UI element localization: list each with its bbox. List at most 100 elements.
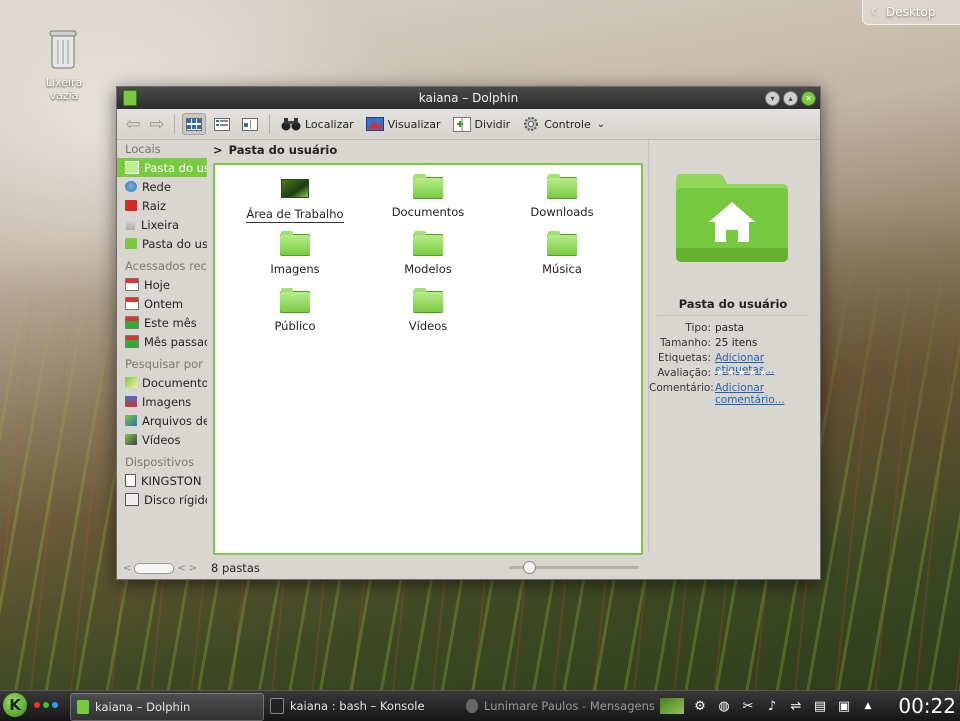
file-item-public[interactable]: Público [228,288,362,333]
search-item-images[interactable]: Imagens [117,392,207,411]
scroll-right-icon[interactable]: > [189,563,197,574]
scissors-icon[interactable]: ✂ [740,698,756,714]
file-item-downloads[interactable]: Downloads [495,174,629,219]
places-item-home-2[interactable]: Pasta do usuário [117,234,207,253]
split-view-icon [452,116,471,132]
recent-section-title: Acessados recentemente [125,259,207,273]
scroll-left-icon[interactable]: < [123,563,131,574]
folder-icon [547,231,577,256]
minimize-icon[interactable]: ▾ [765,91,780,106]
device-item-hard-disk[interactable]: Disco rígido [117,490,207,509]
file-item-label: Imagens [270,262,320,276]
places-item-home[interactable]: Pasta do usuário [117,158,207,177]
recent-item-label: Ontem [144,296,184,311]
search-item-label: Arquivos de áudio [142,413,207,428]
recent-item-this-month[interactable]: Este mês [117,313,207,332]
maximize-icon[interactable]: ▴ [783,91,798,106]
file-view[interactable]: Área de Trabalho Documentos Downloads Im… [213,163,643,555]
desktop-widget[interactable]: ☾ Desktop [862,0,960,25]
details-view-button[interactable] [210,113,234,135]
star-icon[interactable]: ★ [748,367,758,379]
breadcrumb-current[interactable]: Pasta do usuário [229,140,338,160]
preview-button[interactable]: Visualizar [362,117,445,131]
folder-icon [413,231,443,256]
info-row-rating: Avaliação: ★ ★ ★ ★ ★ [649,367,817,380]
panel-splitter[interactable] [207,140,212,558]
folder-icon [413,174,443,199]
desktop-trash-icon[interactable] [46,28,80,72]
preview-icon [365,117,384,131]
rating-stars[interactable]: ★ ★ ★ ★ ★ [715,367,815,379]
places-item-trash[interactable]: Lixeira [117,215,207,234]
forward-arrow-icon[interactable]: ⇨ [147,114,167,135]
information-panel: Pasta do usuário Tipo: pasta Tamanho: 25… [648,140,817,552]
device-item-label: KINGSTON [141,473,202,488]
file-item-videos[interactable]: Vídeos [361,288,495,333]
desktop-widget-icon: ☾ [871,6,880,18]
add-comment-line2: comentário... [715,394,785,406]
videos-search-icon [125,434,137,445]
device-notifier-icon[interactable]: ▣ [836,698,852,714]
file-item-templates[interactable]: Modelos [361,231,495,276]
dolphin-window: kaiana – Dolphin ▾ ▴ ✕ ⇦ ⇨ Localizar Vis… [116,86,821,580]
close-icon[interactable]: ✕ [801,91,816,106]
system-tray: ⚙ ◍ ✂ ♪ ⇌ ▤ ▣ ▲ [660,694,876,718]
hard-disk-icon [125,493,139,506]
volume-icon[interactable]: ♪ [764,698,780,714]
add-comment-link[interactable]: Adicionar comentário... [715,382,815,406]
task-konsole[interactable]: kaiana : bash – Konsole [264,693,460,719]
desktop-folder-icon [281,179,309,198]
star-icon[interactable]: ★ [715,367,725,379]
images-search-icon [125,396,137,407]
network-globe-icon[interactable]: ◍ [716,698,732,714]
places-horizontal-scrollbar[interactable]: < < > [123,561,203,575]
scroll-left-icon-2[interactable]: < [177,563,185,574]
split-button[interactable]: Dividir [449,116,515,132]
recent-item-yesterday[interactable]: Ontem [117,294,207,313]
places-item-root[interactable]: Raiz [117,196,207,215]
icons-view-button[interactable] [182,113,206,135]
desktop-preview-icon[interactable] [660,698,684,714]
places-item-label: Pasta do usuário [142,236,207,251]
task-messages[interactable]: Lunimare Paulos - Mensagens [460,693,656,719]
file-item-label: Área de Trabalho [246,207,344,223]
task-dolphin[interactable]: kaiana – Dolphin [70,693,264,721]
device-item-kingston[interactable]: KINGSTON [117,471,207,490]
find-button[interactable]: Localizar [277,117,358,131]
file-item-music[interactable]: Música [495,231,629,276]
search-item-audio[interactable]: Arquivos de áudio [117,411,207,430]
gear-icon [524,117,539,131]
star-icon[interactable]: ★ [737,367,747,379]
zoom-slider-handle[interactable] [523,561,536,574]
clock[interactable]: 00:22 [898,693,956,719]
recent-item-today[interactable]: Hoje [117,275,207,294]
search-item-videos[interactable]: Vídeos [117,430,207,449]
task-label: kaiana : bash – Konsole [290,699,425,713]
places-item-label: Raiz [142,198,167,213]
back-arrow-icon[interactable]: ⇦ [123,114,143,135]
control-menu-button[interactable]: Controle ⌄ [518,115,609,133]
folder-icon [280,288,310,313]
dolphin-task-icon [77,700,89,714]
star-icon[interactable]: ★ [726,367,736,379]
zoom-slider[interactable] [509,561,639,574]
application-launcher-icon[interactable]: K [3,693,27,717]
activities-icon[interactable] [34,702,58,708]
tray-expand-icon[interactable]: ▲ [860,698,876,714]
file-item-desktop[interactable]: Área de Trabalho [228,177,362,223]
file-item-images[interactable]: Imagens [228,231,362,276]
usb-icon[interactable]: ⇌ [788,698,804,714]
star-icon[interactable]: ★ [759,367,769,379]
recent-item-last-month[interactable]: Mês passado [117,332,207,351]
columns-view-button[interactable] [238,113,262,135]
breadcrumb[interactable]: > Pasta do usuário [213,140,337,160]
title-bar[interactable]: kaiana – Dolphin ▾ ▴ ✕ [117,87,820,109]
settings-gear-icon[interactable]: ⚙ [692,698,708,714]
search-item-label: Imagens [142,394,192,409]
clipboard-icon[interactable]: ▤ [812,698,828,714]
file-item-documents[interactable]: Documentos [361,174,495,219]
columns-view-icon [242,117,258,131]
scrollbar-thumb[interactable] [134,562,175,574]
places-item-network[interactable]: Rede [117,177,207,196]
search-item-documents[interactable]: Documentos [117,373,207,392]
